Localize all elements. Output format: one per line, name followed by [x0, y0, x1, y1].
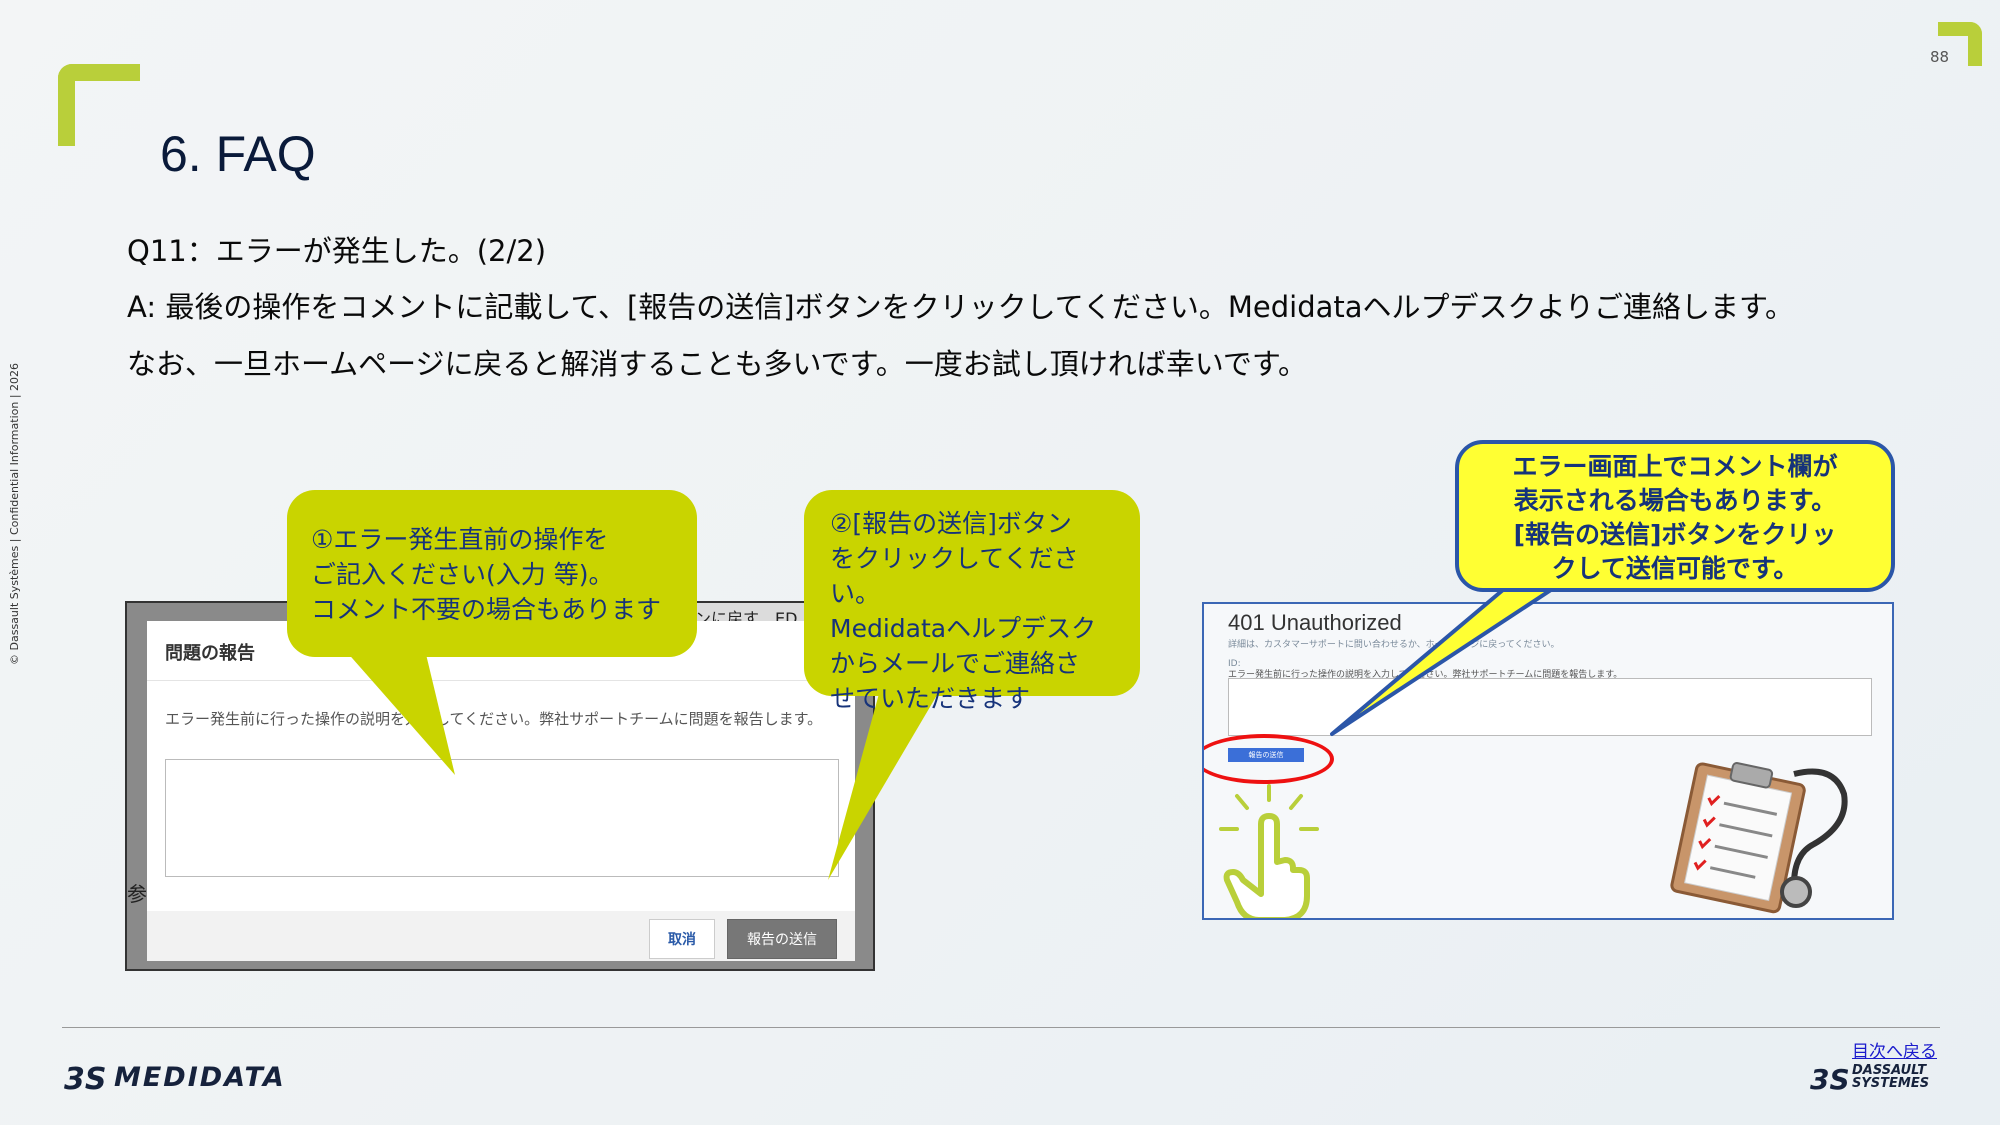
callout-3-pointer: [1330, 582, 1562, 736]
callout-enter-comment: ①エラー発生直前の操作を ご記入ください(入力 等)。 コメント不要の場合もあり…: [287, 490, 697, 657]
callout-1-line: コメント不要の場合もあります: [311, 595, 662, 624]
ds-logo-icon: 3S: [64, 1062, 106, 1097]
dassault-systemes-logo: 3S DASSAULT SYSTEMES: [1808, 1057, 1929, 1097]
callout-3-line: [報告の送信]ボタンをクリッ: [1513, 520, 1837, 549]
svg-text:3S: 3S: [64, 1062, 106, 1097]
ds-logo-icon: 3S: [1810, 1063, 1848, 1096]
callout-2-line: ②[報告の送信]ボタン: [830, 509, 1072, 538]
callout-1-line: ご記入ください(入力 等)。: [311, 560, 614, 589]
systemes-wordmark: SYSTEMES: [1852, 1076, 1930, 1091]
svg-text:3S: 3S: [1810, 1063, 1848, 1096]
medidata-logo: 3S MEDIDATA: [62, 1057, 286, 1098]
callout-2-line: からメールでご連絡さ: [830, 649, 1081, 678]
callout-click-send: ②[報告の送信]ボタン をクリックしてください。 Medidataヘルプデスク …: [804, 490, 1140, 713]
callout-error-screen: エラー画面上でコメント欄が 表示される場合もあります。 [報告の送信]ボタンをク…: [1455, 440, 1895, 592]
callout-3-line: エラー画面上でコメント欄が: [1512, 452, 1838, 481]
callout-3-line: クして送信可能です。: [1551, 554, 1799, 583]
callout-2-line: をクリックしてください。: [830, 544, 1079, 608]
callout-2-line: Medidataヘルプデスク: [830, 614, 1097, 643]
callout-2-pointer: [828, 690, 940, 880]
medidata-wordmark: MEDIDATA: [114, 1061, 286, 1093]
callout-1-line: ①エラー発生直前の操作を: [311, 525, 609, 554]
callout-1-pointer: [345, 650, 455, 775]
footer-divider: [62, 1027, 1940, 1028]
callout-2-line: せていただきます: [830, 684, 1031, 713]
callout-3-line: 表示される場合もあります。: [1513, 486, 1837, 515]
